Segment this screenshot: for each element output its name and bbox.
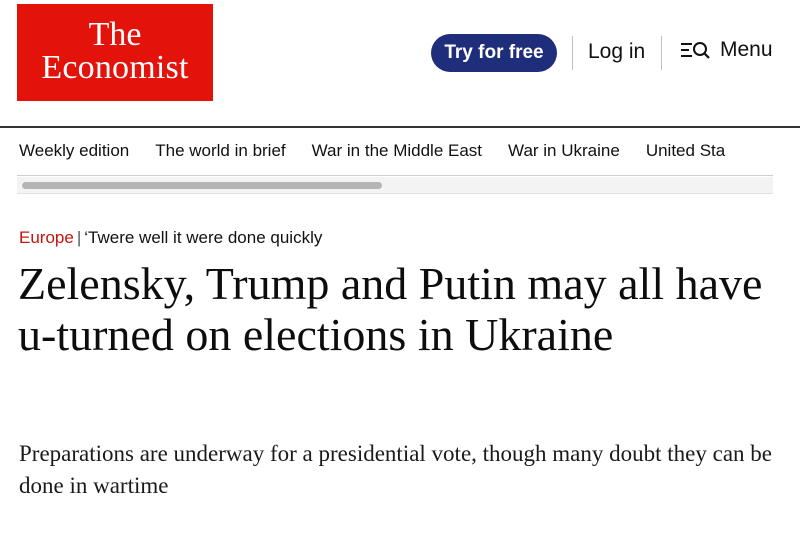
nav-item-united-states[interactable]: United Sta <box>646 141 725 161</box>
logo-line-2: Economist <box>41 48 189 86</box>
article-headline: Zelensky, Trump and Putin may all have u… <box>18 258 763 360</box>
article-rubric: ‘Twere well it were done quickly <box>84 228 323 247</box>
article-standfirst: Preparations are underway for a presiden… <box>19 441 773 498</box>
nav-item-war-ukraine[interactable]: War in Ukraine <box>508 141 620 161</box>
header-divider <box>661 36 662 70</box>
header-divider <box>572 36 573 70</box>
page: The Economist Try for free Log in Menu W… <box>0 0 800 539</box>
logo-line-1: The <box>88 15 142 53</box>
kicker-separator: | <box>76 228 82 247</box>
header-rule <box>0 126 800 128</box>
section-link[interactable]: Europe <box>19 228 74 247</box>
nav-scrollbar-thumb[interactable] <box>22 182 382 189</box>
try-for-free-button[interactable]: Try for free <box>431 34 557 72</box>
article-kicker: Europe | ‘Twere well it were done quickly <box>19 228 322 248</box>
section-nav: Weekly edition The world in brief War in t… <box>19 141 773 165</box>
economist-logo[interactable]: The Economist <box>17 4 213 101</box>
nav-item-war-middle-east[interactable]: War in the Middle East <box>312 141 482 161</box>
nav-item-world-in-brief[interactable]: The world in brief <box>155 141 285 161</box>
log-in-link[interactable]: Log in <box>588 40 645 64</box>
nav-divider <box>17 175 773 176</box>
menu-label: Menu <box>720 38 773 61</box>
nav-item-weekly-edition[interactable]: Weekly edition <box>19 141 129 161</box>
menu-search-icon <box>681 42 710 59</box>
menu-button[interactable]: Menu <box>680 38 773 62</box>
nav-bottom-divider <box>17 193 773 194</box>
